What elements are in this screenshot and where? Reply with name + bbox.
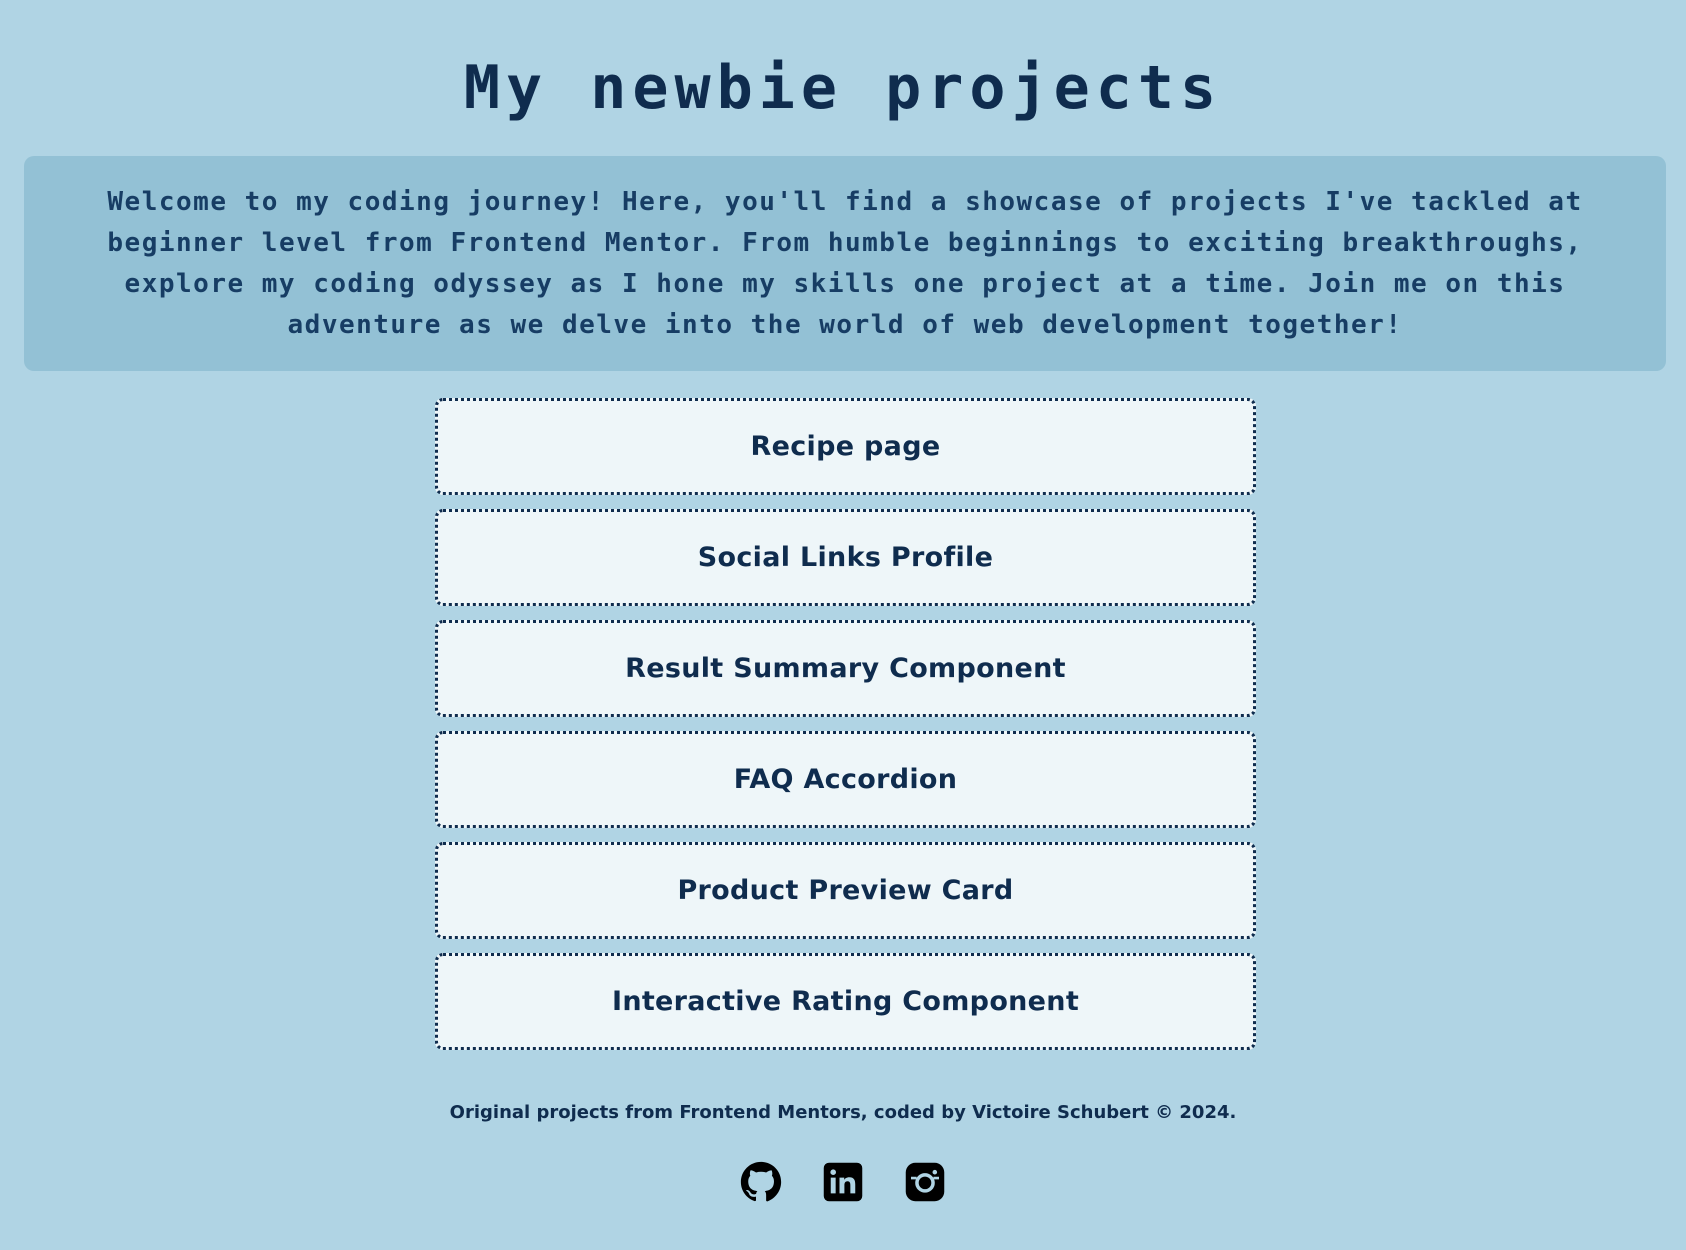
page-title: My newbie projects	[463, 53, 1223, 123]
project-list: Recipe page Social Links Profile Result …	[435, 398, 1256, 1064]
project-label: Product Preview Card	[677, 875, 1014, 906]
social-links	[0, 1161, 1686, 1203]
project-label: Recipe page	[750, 431, 941, 462]
instagram-icon	[905, 1162, 945, 1202]
instagram-link[interactable]	[904, 1161, 946, 1203]
project-label: Social Links Profile	[697, 542, 994, 573]
intro-panel: Welcome to my coding journey! Here, you'…	[24, 156, 1666, 371]
linkedin-icon	[823, 1162, 863, 1202]
project-link-social-links-profile[interactable]: Social Links Profile	[435, 509, 1256, 606]
project-link-interactive-rating-component[interactable]: Interactive Rating Component	[435, 953, 1256, 1050]
project-link-recipe-page[interactable]: Recipe page	[435, 398, 1256, 495]
intro-text: Welcome to my coding journey! Here, you'…	[107, 187, 1583, 340]
project-link-faq-accordion[interactable]: FAQ Accordion	[435, 731, 1256, 828]
project-label: Result Summary Component	[625, 653, 1066, 684]
project-label: Interactive Rating Component	[611, 986, 1080, 1017]
project-link-product-preview-card[interactable]: Product Preview Card	[435, 842, 1256, 939]
project-link-result-summary-component[interactable]: Result Summary Component	[435, 620, 1256, 717]
github-icon	[740, 1161, 782, 1202]
linkedin-link[interactable]	[822, 1161, 864, 1203]
project-label: FAQ Accordion	[733, 764, 958, 795]
github-link[interactable]	[740, 1161, 782, 1203]
page: My newbie projects Welcome to my coding …	[0, 0, 1686, 1250]
footer-credit: Original projects from Frontend Mentors,…	[449, 1102, 1237, 1123]
